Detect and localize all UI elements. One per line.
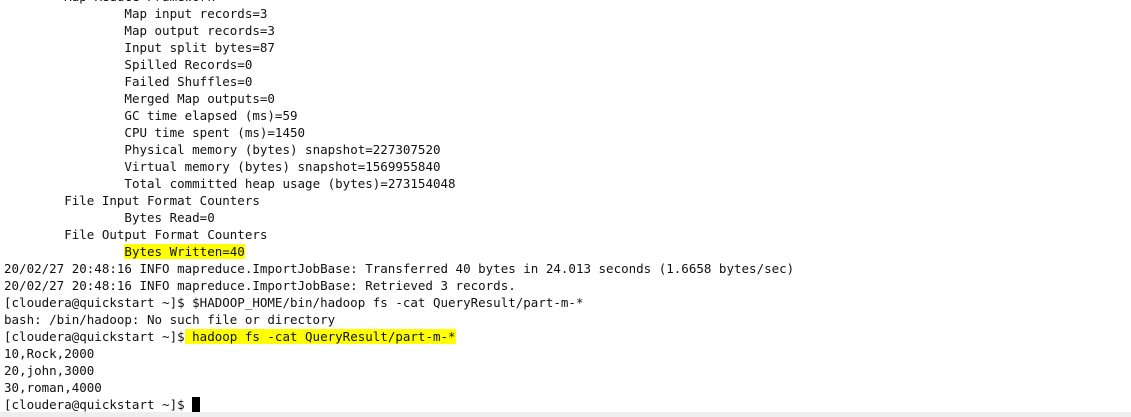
line-text: [cloudera@quickstart ~]$ $HADOOP_HOME/bi…: [4, 295, 584, 310]
line-text: CPU time spent (ms)=1450: [124, 125, 306, 140]
terminal-line: Map output records=3: [4, 22, 794, 39]
highlighted-text: Bytes Written=40: [124, 244, 245, 259]
line-text: File Output Format Counters: [64, 227, 268, 242]
terminal-line: Bytes Read=0: [4, 209, 794, 226]
terminal-line: Map input records=3: [4, 5, 794, 22]
line-text: Map output records=3: [124, 23, 275, 38]
terminal-line: Merged Map outputs=0: [4, 90, 794, 107]
terminal-line: CPU time spent (ms)=1450: [4, 124, 794, 141]
line-text: Map input records=3: [124, 6, 268, 21]
terminal-line: Failed Shuffles=0: [4, 73, 794, 90]
line-text: 30,roman,4000: [4, 380, 102, 395]
highlighted-command: hadoop fs -cat QueryResult/part-m-*: [184, 329, 456, 344]
terminal-line: Virtual memory (bytes) snapshot=15699558…: [4, 158, 794, 175]
line-text: Spilled Records=0: [124, 57, 253, 72]
terminal-output: Map-Reduce Framework Map input records=3…: [4, 0, 794, 412]
line-text: Merged Map outputs=0: [124, 91, 275, 106]
terminal-line: Spilled Records=0: [4, 56, 794, 73]
horizontal-scrollbar[interactable]: [0, 412, 1131, 417]
line-text: GC time elapsed (ms)=59: [124, 108, 298, 123]
line-text: 20,john,3000: [4, 363, 95, 378]
line-text: Bytes Read=0: [124, 210, 215, 225]
terminal-line: Total committed heap usage (bytes)=27315…: [4, 175, 794, 192]
terminal-window[interactable]: Map-Reduce Framework Map input records=3…: [0, 0, 1131, 413]
terminal-line: [cloudera@quickstart ~]$: [4, 396, 794, 412]
terminal-line: File Output Format Counters: [4, 226, 794, 243]
terminal-line: [cloudera@quickstart ~]$ $HADOOP_HOME/bi…: [4, 294, 794, 311]
line-text: Virtual memory (bytes) snapshot=15699558…: [124, 159, 441, 174]
line-text: Physical memory (bytes) snapshot=2273075…: [124, 142, 441, 157]
line-text: Map-Reduce Framework: [64, 0, 215, 4]
terminal-line: File Input Format Counters: [4, 192, 794, 209]
terminal-line: 30,roman,4000: [4, 379, 794, 396]
terminal-line: 10,Rock,2000: [4, 345, 794, 362]
line-text: bash: /bin/hadoop: No such file or direc…: [4, 312, 336, 327]
line-text: 20/02/27 20:48:16 INFO mapreduce.ImportJ…: [4, 261, 795, 276]
terminal-line: 20,john,3000: [4, 362, 794, 379]
terminal-line: 20/02/27 20:48:16 INFO mapreduce.ImportJ…: [4, 277, 794, 294]
line-text: [cloudera@quickstart ~]$: [4, 397, 193, 412]
terminal-line: Bytes Written=40: [4, 243, 794, 260]
terminal-line: Physical memory (bytes) snapshot=2273075…: [4, 141, 794, 158]
line-text: 10,Rock,2000: [4, 346, 95, 361]
text-cursor[interactable]: [192, 397, 201, 412]
terminal-line: GC time elapsed (ms)=59: [4, 107, 794, 124]
line-text: 20/02/27 20:48:16 INFO mapreduce.ImportJ…: [4, 278, 516, 293]
line-text: Total committed heap usage (bytes)=27315…: [124, 176, 456, 191]
terminal-line: bash: /bin/hadoop: No such file or direc…: [4, 311, 794, 328]
line-text: Input split bytes=87: [124, 40, 275, 55]
terminal-line: Input split bytes=87: [4, 39, 794, 56]
line-text: File Input Format Counters: [64, 193, 260, 208]
terminal-line: 20/02/27 20:48:16 INFO mapreduce.ImportJ…: [4, 260, 794, 277]
terminal-line: [cloudera@quickstart ~]$ hadoop fs -cat …: [4, 328, 794, 345]
line-text: [cloudera@quickstart ~]$: [4, 329, 185, 344]
line-text: Failed Shuffles=0: [124, 74, 253, 89]
